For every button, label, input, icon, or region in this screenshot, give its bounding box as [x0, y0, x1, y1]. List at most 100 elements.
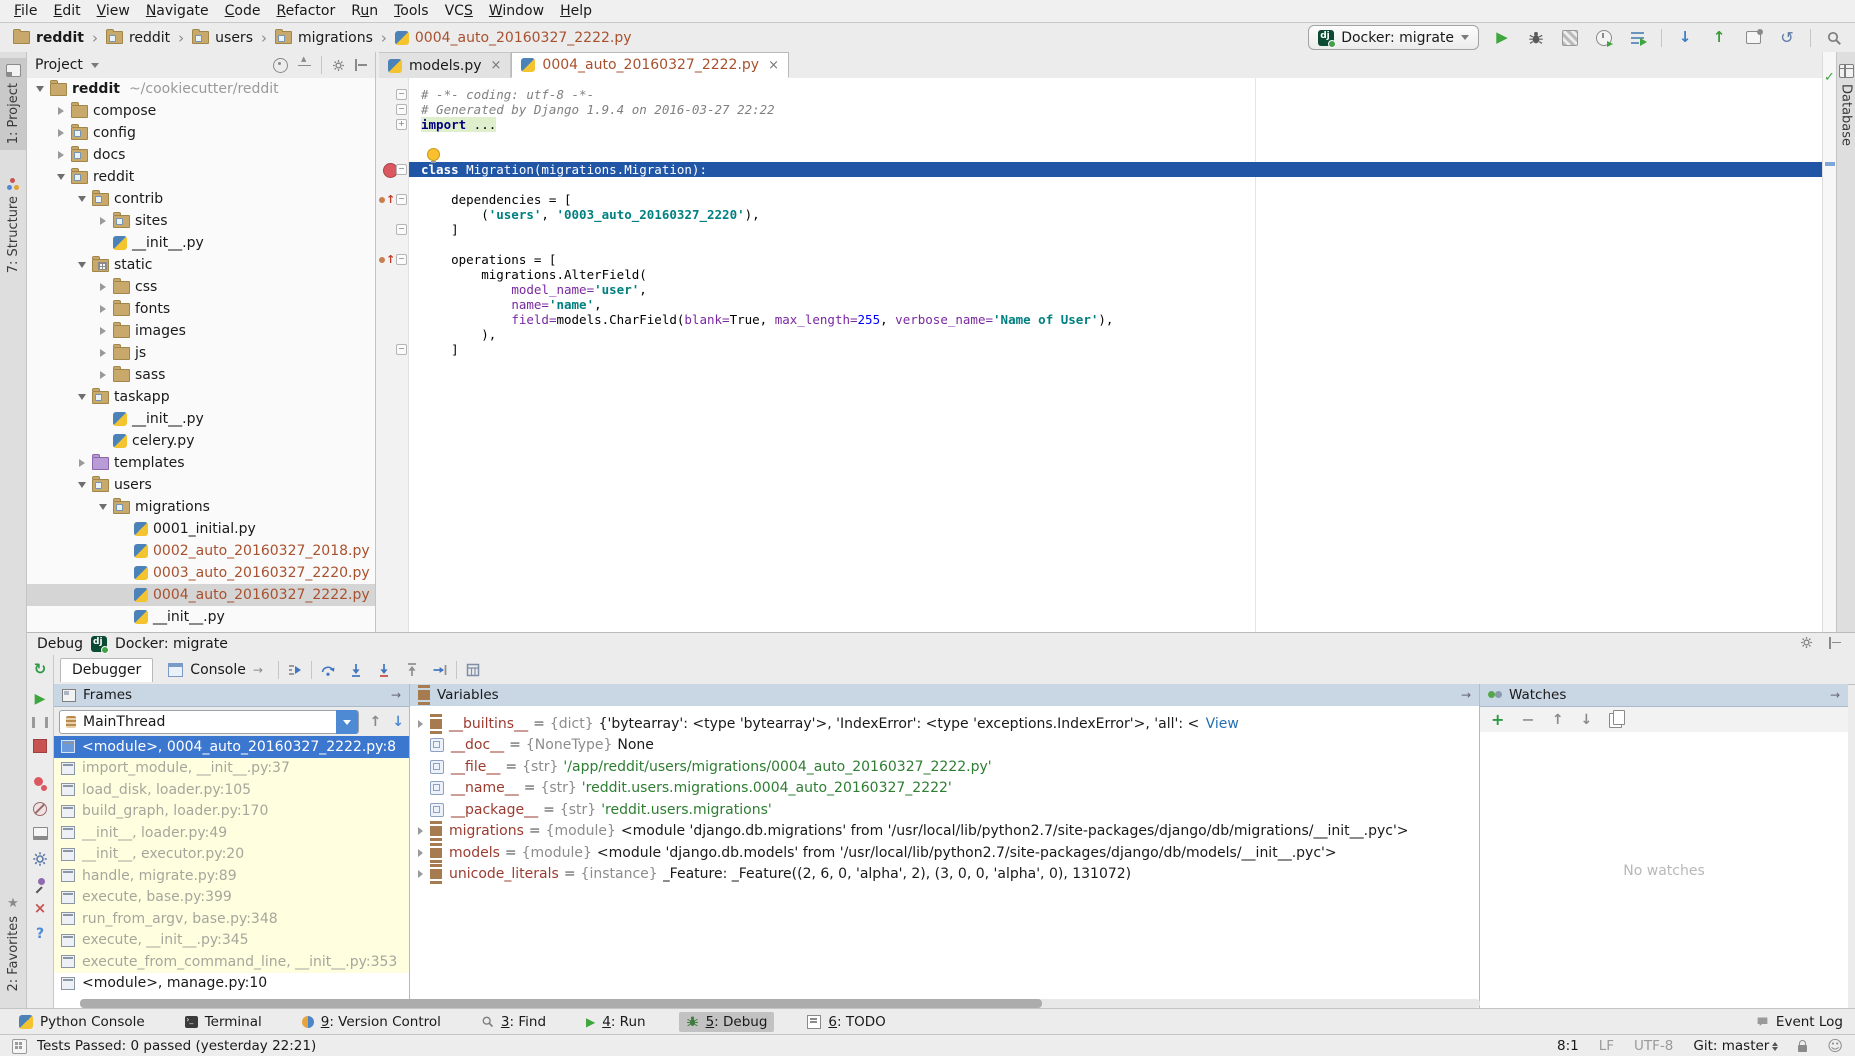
tool-window-switcher-icon[interactable] — [12, 1039, 27, 1054]
variable-row[interactable]: __doc__={NoneType}None — [410, 735, 1479, 757]
stack-frame[interactable]: <module>, manage.py:10 — [54, 973, 409, 995]
menu-item-edit[interactable]: Edit — [45, 2, 88, 20]
vcs-update-button[interactable]: ↓ — [1674, 27, 1696, 49]
panel-options-icon[interactable]: → — [1830, 688, 1840, 702]
menu-item-run[interactable]: Run — [343, 2, 386, 20]
breadcrumb-item[interactable]: reddit — [10, 30, 87, 46]
pause-icon[interactable] — [32, 717, 48, 728]
editor-tab[interactable]: models.py× — [379, 52, 511, 78]
caret-position[interactable]: 8:1 — [1557, 1038, 1579, 1054]
tool-strip-tab-database[interactable]: Database — [1837, 58, 1855, 152]
view-value-link[interactable]: View — [1206, 716, 1239, 732]
variable-row[interactable]: unicode_literals={instance}_Feature: _Fe… — [410, 864, 1479, 886]
code-pane[interactable]: −−+−↑−−↑−− # -*- coding: utf-8 -*-# Gene… — [376, 78, 1822, 632]
thread-selector[interactable]: MainThread — [59, 710, 359, 734]
rerun-icon[interactable]: ↻ — [34, 662, 47, 677]
move-down-icon[interactable]: ↓ — [1581, 712, 1593, 728]
variable-row[interactable]: __name__={str}'reddit.users.migrations.0… — [410, 778, 1479, 800]
stack-frame[interactable]: execute_from_command_line, __init__.py:3… — [54, 951, 409, 973]
tool-strip-tab-2-favorites[interactable]: ★2: Favorites — [0, 891, 26, 998]
code-line[interactable]: field=models.CharField(blank=True, max_l… — [409, 312, 1822, 327]
tree-item[interactable]: images — [27, 320, 375, 342]
remove-watch-icon[interactable]: − — [1521, 712, 1534, 728]
tool-window-button-5-debug[interactable]: 5: Debug — [679, 1012, 775, 1032]
tree-item[interactable]: __init__.py — [27, 408, 375, 430]
view-breakpoints-icon[interactable] — [34, 777, 47, 791]
tree-item[interactable]: js — [27, 342, 375, 364]
tree-item[interactable]: static — [27, 254, 375, 276]
tool-window-button-4-run[interactable]: ▶4: Run — [579, 1012, 653, 1032]
hide-panel-icon[interactable] — [1829, 637, 1841, 649]
menu-item-navigate[interactable]: Navigate — [138, 2, 217, 20]
inspection-profile-icon[interactable]: ☺ — [1827, 1039, 1843, 1054]
move-up-icon[interactable]: ↑ — [1552, 712, 1564, 728]
intention-bulb-icon[interactable] — [427, 148, 440, 161]
tree-item[interactable]: css — [27, 276, 375, 298]
expand-arrow-icon[interactable] — [418, 869, 430, 879]
tree-item[interactable]: taskapp — [27, 386, 375, 408]
tree-item[interactable]: reddit — [27, 166, 375, 188]
tool-strip-tab-7-structure[interactable]: 7: Structure — [0, 172, 26, 279]
code-line[interactable]: import ... — [409, 117, 1822, 132]
run-configurations-button[interactable] — [1627, 27, 1649, 49]
pin-tab-icon[interactable] — [34, 878, 46, 890]
gear-icon[interactable] — [332, 59, 345, 72]
breadcrumb-item[interactable]: users — [189, 30, 256, 46]
tree-item[interactable]: fonts — [27, 298, 375, 320]
stack-frame[interactable]: load_disk, loader.py:105 — [54, 779, 409, 801]
encoding-indicator[interactable]: UTF-8 — [1634, 1038, 1673, 1054]
tree-item[interactable]: contrib — [27, 188, 375, 210]
tree-item[interactable]: celery.py — [27, 430, 375, 452]
collapse-arrow-icon[interactable] — [77, 392, 87, 402]
event-log-button[interactable]: Event Log — [1756, 1014, 1843, 1030]
menu-item-file[interactable]: File — [6, 2, 45, 20]
evaluate-expression-icon[interactable] — [461, 660, 485, 680]
expand-arrow-icon[interactable] — [77, 458, 87, 468]
code-line[interactable]: operations = [ — [409, 252, 1822, 267]
menu-item-view[interactable]: View — [89, 2, 138, 20]
tree-item[interactable]: __init__.py — [27, 606, 375, 628]
code-line[interactable]: ] — [409, 342, 1822, 357]
code-line[interactable]: ] — [409, 222, 1822, 237]
expand-arrow-icon[interactable] — [56, 128, 66, 138]
stack-frame[interactable]: execute, base.py:399 — [54, 887, 409, 909]
step-into-icon[interactable] — [344, 660, 368, 680]
debug-button[interactable] — [1525, 27, 1547, 49]
mute-breakpoints-icon[interactable] — [33, 802, 47, 816]
expand-arrow-icon[interactable] — [418, 719, 430, 729]
vcs-commit-button[interactable]: ↑ — [1708, 27, 1730, 49]
expand-arrow-icon[interactable] — [98, 326, 108, 336]
step-out-icon[interactable] — [400, 660, 424, 680]
variable-row[interactable]: migrations={module}<module 'django.db.mi… — [410, 821, 1479, 843]
gear-icon[interactable] — [1800, 636, 1813, 649]
tree-item[interactable]: reddit~/cookiecutter/reddit — [27, 78, 375, 100]
collapse-all-icon[interactable] — [298, 59, 311, 72]
previous-frame-icon[interactable]: ↑ — [370, 714, 382, 730]
code-line[interactable] — [409, 132, 1822, 147]
line-ending-indicator[interactable]: LF — [1599, 1038, 1614, 1054]
resume-program-icon[interactable]: ▶ — [35, 692, 46, 706]
stack-frame[interactable]: build_graph, loader.py:170 — [54, 801, 409, 823]
tree-item[interactable]: users — [27, 474, 375, 496]
duplicate-watch-icon[interactable] — [1609, 713, 1622, 728]
code-line[interactable] — [409, 177, 1822, 192]
expand-arrow-icon[interactable] — [418, 826, 430, 836]
next-frame-icon[interactable]: ↓ — [392, 714, 404, 730]
expand-arrow-icon[interactable] — [56, 150, 66, 160]
code-line[interactable]: migrations.AlterField( — [409, 267, 1822, 282]
hide-panel-icon[interactable] — [355, 59, 367, 71]
tree-item[interactable]: docs — [27, 144, 375, 166]
menu-item-refactor[interactable]: Refactor — [268, 2, 343, 20]
step-into-my-code-icon[interactable] — [372, 660, 396, 680]
expand-arrow-icon[interactable] — [418, 848, 430, 858]
expand-arrow-icon[interactable] — [98, 348, 108, 358]
breadcrumb-item[interactable]: migrations — [272, 30, 376, 46]
stack-frame[interactable]: import_module, __init__.py:37 — [54, 758, 409, 780]
current-line-marker[interactable] — [1825, 162, 1835, 166]
variable-row[interactable]: __file__={str}'/app/reddit/users/migrati… — [410, 756, 1479, 778]
tree-item[interactable]: compose — [27, 100, 375, 122]
add-watch-icon[interactable]: + — [1491, 712, 1504, 728]
restore-layout-icon[interactable] — [33, 827, 48, 840]
code-line[interactable] — [409, 147, 1822, 162]
menu-item-code[interactable]: Code — [217, 2, 269, 20]
